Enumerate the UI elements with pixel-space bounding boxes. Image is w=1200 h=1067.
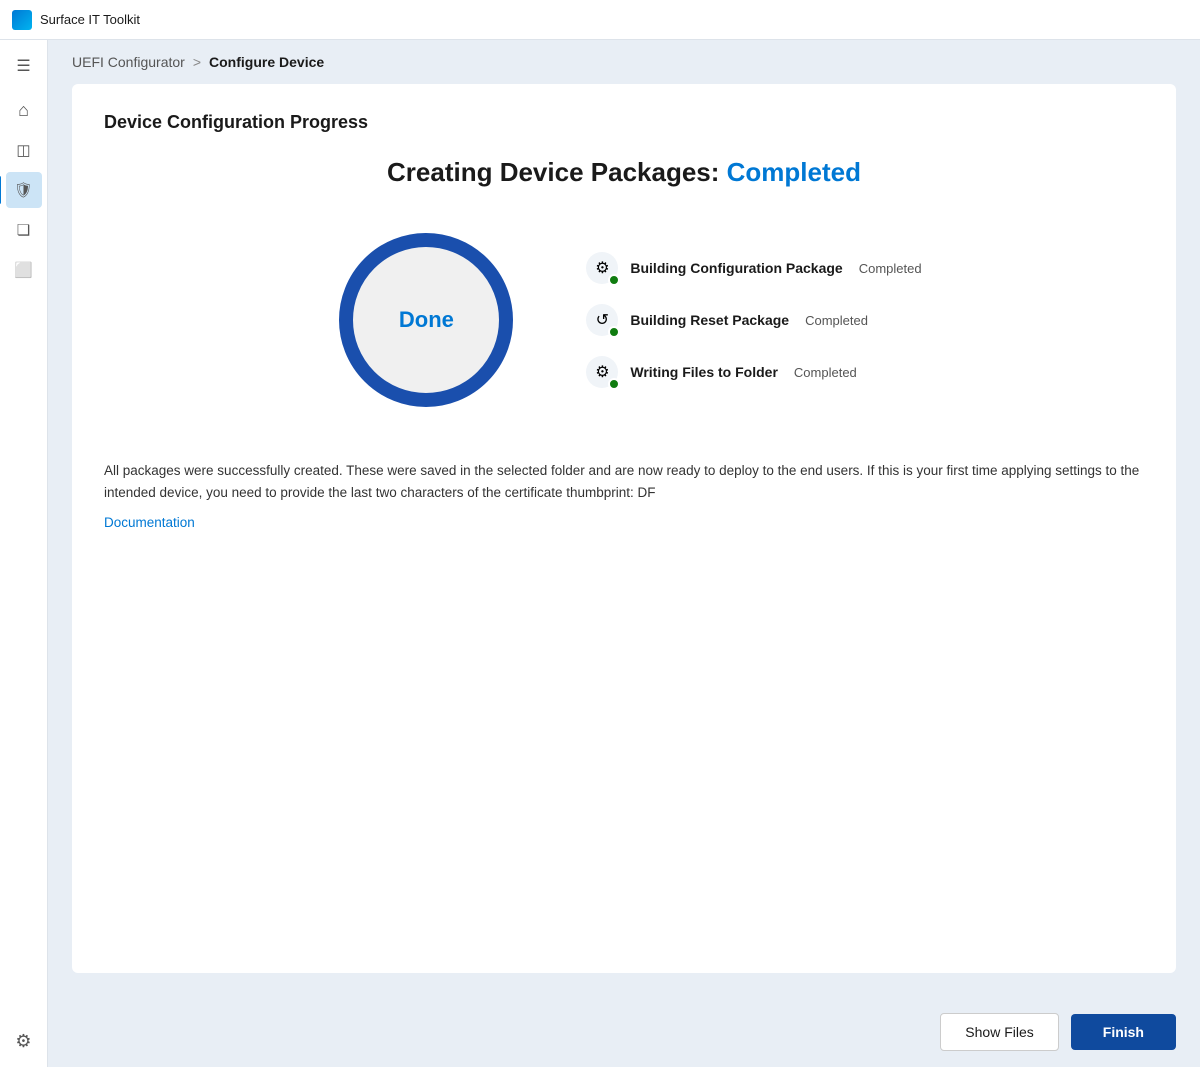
monitor-icon: ⬜	[14, 261, 33, 279]
packages-heading: Creating Device Packages: Completed	[104, 157, 1144, 188]
package-icon: ❏	[17, 221, 30, 239]
step-status-reset: Completed	[805, 313, 868, 328]
gear-icon: ⚙	[15, 1031, 31, 1052]
step-status-config: Completed	[859, 261, 922, 276]
breadcrumb-separator: >	[193, 54, 201, 70]
shield-icon: 🛡	[14, 181, 33, 199]
home-icon: ⌂	[18, 100, 29, 121]
step-icon-config: ⚙	[586, 252, 618, 284]
breadcrumb: UEFI Configurator > Configure Device	[48, 40, 1200, 84]
hamburger-icon: ☰	[16, 56, 30, 76]
breadcrumb-current: Configure Device	[209, 54, 324, 70]
sidebar-item-home[interactable]: ⌂	[6, 92, 42, 128]
section-title: Device Configuration Progress	[104, 112, 1144, 133]
heading-status: Completed	[727, 157, 861, 187]
steps-list: ⚙ Building Configuration Package Complet…	[586, 252, 921, 388]
app-title: Surface IT Toolkit	[40, 12, 140, 27]
donut-container: Done	[326, 220, 526, 420]
content-panel: Device Configuration Progress Creating D…	[72, 84, 1176, 973]
step-name-write: Writing Files to Folder	[630, 364, 778, 380]
show-files-button[interactable]: Show Files	[940, 1013, 1058, 1051]
progress-area: Creating Device Packages: Completed	[104, 157, 1144, 945]
sidebar-item-package[interactable]: ❏	[6, 212, 42, 248]
title-bar: Surface IT Toolkit	[0, 0, 1200, 40]
main-content: UEFI Configurator > Configure Device Dev…	[48, 40, 1200, 1067]
reset-icon: ↺	[596, 310, 609, 330]
documentation-link[interactable]: Documentation	[104, 515, 1144, 530]
step-item-config: ⚙ Building Configuration Package Complet…	[586, 252, 921, 284]
settings-button[interactable]: ⚙	[6, 1023, 42, 1059]
step-status-write: Completed	[794, 365, 857, 380]
step-item-reset: ↺ Building Reset Package Completed	[586, 304, 921, 336]
sidebar: ☰ ⌂ ◫ 🛡 ❏ ⬜ ⚙	[0, 40, 48, 1067]
step-item-write: ⚙ Writing Files to Folder Completed	[586, 356, 921, 388]
write-icon: ⚙	[595, 362, 609, 382]
sidebar-menu-toggle[interactable]: ☰	[6, 48, 42, 84]
step-name-reset: Building Reset Package	[630, 312, 789, 328]
heading-text: Creating Device Packages:	[387, 157, 727, 187]
reset-badge	[608, 326, 620, 338]
step-icon-write: ⚙	[586, 356, 618, 388]
app-layout: ☰ ⌂ ◫ 🛡 ❏ ⬜ ⚙ UEFI Configurator > Config…	[0, 40, 1200, 1067]
donut-label: Done	[399, 307, 454, 333]
breadcrumb-parent[interactable]: UEFI Configurator	[72, 54, 185, 70]
progress-visual: Done ⚙ Building Configuration Package Co…	[104, 220, 1144, 420]
app-icon	[12, 10, 32, 30]
device-icon: ◫	[16, 141, 30, 159]
description-text: All packages were successfully created. …	[104, 460, 1144, 503]
footer-buttons: Show Files Finish	[48, 997, 1200, 1067]
sidebar-item-monitor[interactable]: ⬜	[6, 252, 42, 288]
config-icon: ⚙	[595, 258, 609, 278]
sidebar-item-shield[interactable]: 🛡	[6, 172, 42, 208]
config-badge	[608, 274, 620, 286]
step-name-config: Building Configuration Package	[630, 260, 842, 276]
finish-button[interactable]: Finish	[1071, 1014, 1176, 1050]
sidebar-item-device[interactable]: ◫	[6, 132, 42, 168]
step-icon-reset: ↺	[586, 304, 618, 336]
write-badge	[608, 378, 620, 390]
